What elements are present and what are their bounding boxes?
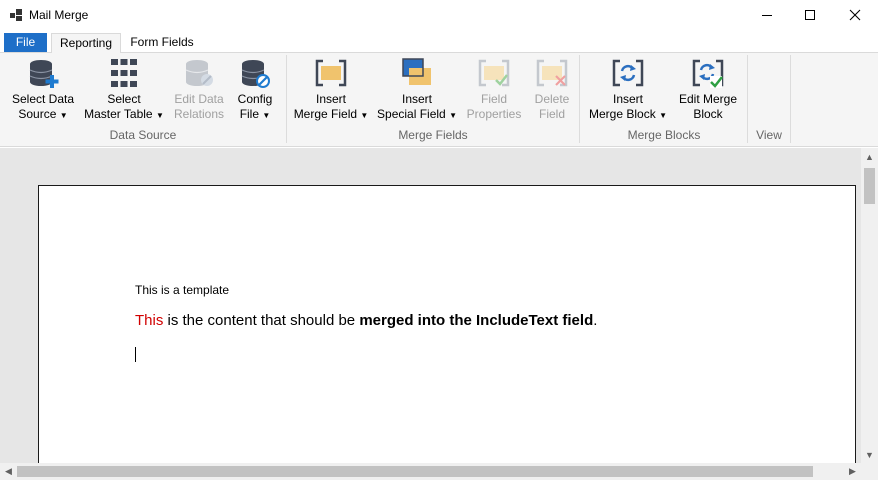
minimize-icon: [762, 15, 772, 16]
scroll-up-icon[interactable]: ▲: [861, 148, 878, 165]
group-label-data-source: Data Source: [109, 128, 177, 142]
dropdown-arrow-icon: ▼: [155, 111, 164, 120]
insert-merge-block-label-2: Merge Block: [589, 107, 656, 121]
dropdown-arrow-icon: ▼: [360, 111, 369, 120]
document-text-line: This is the content that should be merge…: [135, 312, 597, 329]
merged-text-highlight: This: [135, 312, 164, 329]
close-button[interactable]: [832, 0, 878, 30]
horizontal-scrollbar[interactable]: ◀ ▶: [0, 463, 861, 480]
maximize-icon: [805, 10, 815, 20]
vertical-scroll-thumb[interactable]: [864, 168, 875, 204]
dropdown-arrow-icon: ▼: [262, 111, 271, 120]
config-file-label-1: Config: [237, 92, 273, 106]
group-separator: [790, 55, 791, 143]
edit-data-relations-label-2: Relations: [173, 107, 225, 121]
insert-merge-block-label-1: Insert: [612, 92, 643, 106]
select-data-source-button[interactable]: Select Data Source ▼: [8, 53, 78, 125]
select-master-table-label-2: Master Table: [84, 107, 153, 121]
field-properties-icon: [478, 59, 510, 87]
field-properties-button[interactable]: Field Properties: [462, 53, 526, 125]
config-file-button[interactable]: Config File ▼: [232, 53, 278, 125]
tab-file[interactable]: File: [4, 33, 47, 52]
insert-special-field-label-1: Insert: [401, 92, 432, 106]
select-data-source-label-1: Select Data: [11, 92, 75, 106]
delete-field-button[interactable]: Delete Field: [530, 53, 574, 125]
insert-merge-field-label-2: Merge Field: [293, 107, 358, 121]
dropdown-arrow-icon: ▼: [659, 111, 667, 120]
table-grid-icon: [111, 59, 137, 87]
tab-reporting[interactable]: Reporting: [51, 33, 121, 54]
delete-field-label-2: Field: [538, 107, 565, 121]
select-master-table-label-1: Select: [107, 92, 141, 106]
field-properties-label-2: Properties: [466, 107, 522, 121]
config-file-label-2: File: [239, 107, 260, 121]
dropdown-arrow-icon: ▼: [449, 111, 457, 120]
scroll-down-icon[interactable]: ▼: [861, 446, 878, 463]
vertical-scrollbar[interactable]: ▲ ▼: [861, 148, 878, 463]
database-config-icon: [241, 60, 270, 88]
delete-field-icon: [536, 59, 568, 87]
ribbon: Select Data Source ▼ Select Master Table…: [0, 53, 878, 147]
edit-merge-block-icon: [692, 59, 724, 88]
group-label-merge-blocks: Merge Blocks: [627, 128, 701, 142]
scrollbar-corner: [861, 463, 878, 480]
document-area: This is a template This is the content t…: [0, 148, 861, 463]
group-label-view: View: [756, 128, 782, 142]
document-bold-text: merged into the IncludeText field: [359, 312, 594, 329]
text-caret: [135, 347, 136, 362]
edit-merge-block-label-1: Edit Merge: [678, 92, 738, 106]
maximize-button[interactable]: [787, 0, 833, 30]
horizontal-scroll-thumb[interactable]: [17, 466, 813, 477]
group-label-merge-fields: Merge Fields: [398, 128, 468, 142]
tab-form-fields[interactable]: Form Fields: [125, 33, 199, 53]
insert-merge-block-button[interactable]: Insert Merge Block ▼: [586, 53, 670, 125]
select-data-source-label-2: Source: [18, 107, 57, 121]
edit-data-relations-label-1: Edit Data: [174, 92, 224, 106]
insert-special-field-label-2: Special Field: [377, 107, 446, 121]
app-icon: [10, 9, 22, 21]
document-page[interactable]: This is a template This is the content t…: [38, 185, 856, 463]
database-add-icon: [29, 60, 59, 88]
insert-special-field-button[interactable]: Insert Special Field ▼: [376, 53, 458, 125]
merge-block-icon: [612, 59, 644, 87]
document-text-line: This is a template: [135, 283, 230, 297]
scroll-left-icon[interactable]: ◀: [0, 463, 17, 480]
close-icon: [849, 9, 861, 21]
document-text: .: [593, 312, 598, 329]
delete-field-label-1: Delete: [534, 92, 570, 106]
ribbon-tabs: File Reporting Form Fields: [0, 30, 878, 54]
edit-merge-block-label-2: Block: [693, 107, 723, 121]
merge-field-icon: [315, 59, 347, 87]
insert-merge-field-label-1: Insert: [315, 92, 346, 106]
edit-merge-block-button[interactable]: Edit Merge Block: [674, 53, 742, 125]
title-bar: Mail Merge: [0, 0, 878, 30]
insert-merge-field-button[interactable]: Insert Merge Field ▼: [292, 53, 370, 125]
select-master-table-button[interactable]: Select Master Table ▼: [84, 53, 164, 125]
database-edit-icon: [185, 60, 213, 86]
document-text: is the content that should be: [163, 312, 360, 329]
scroll-right-icon[interactable]: ▶: [844, 463, 861, 480]
window-title: Mail Merge: [29, 8, 89, 22]
minimize-button[interactable]: [744, 0, 790, 30]
special-field-icon: [402, 58, 431, 85]
field-properties-label-1: Field: [480, 92, 507, 106]
edit-data-relations-button[interactable]: Edit Data Relations: [166, 53, 232, 125]
dropdown-arrow-icon: ▼: [59, 111, 68, 120]
